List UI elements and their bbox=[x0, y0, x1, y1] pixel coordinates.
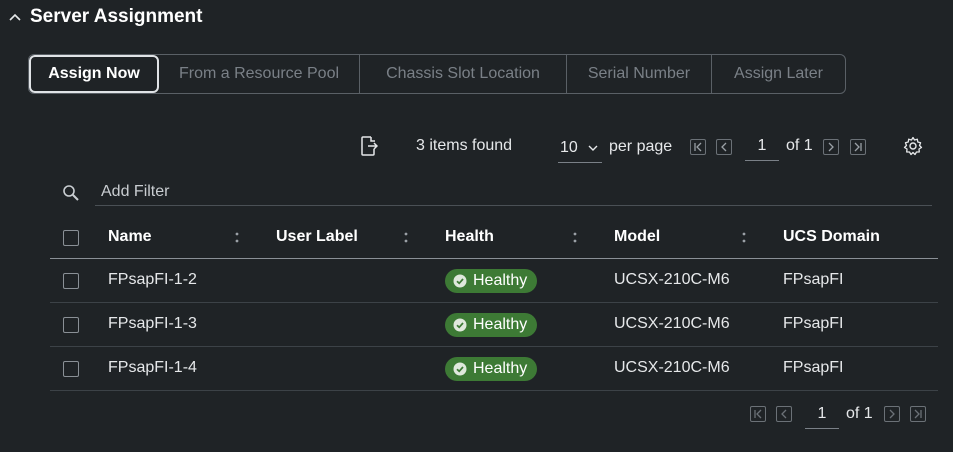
prev-page-icon bbox=[721, 142, 727, 152]
status-badge-label: Healthy bbox=[473, 360, 528, 377]
table-header: Name User Label Health Model UCS Domain bbox=[50, 216, 938, 259]
per-page-label: per page bbox=[609, 138, 673, 155]
table-row[interactable]: FPsapFI-1-2 Healthy UCSX-210C-M6 FPsapFI bbox=[50, 259, 938, 303]
row-checkbox[interactable] bbox=[63, 273, 79, 289]
status-badge: Healthy bbox=[445, 269, 538, 293]
first-page-button[interactable] bbox=[750, 406, 766, 422]
next-page-button[interactable] bbox=[823, 139, 839, 155]
cell-ucs-domain: FPsapFI bbox=[783, 315, 844, 332]
section-title: Server Assignment bbox=[30, 6, 203, 27]
next-page-button[interactable] bbox=[884, 406, 900, 422]
cell-ucs-domain: FPsapFI bbox=[783, 271, 844, 288]
filter-row: Add Filter bbox=[60, 178, 932, 208]
prev-page-button[interactable] bbox=[716, 139, 732, 155]
first-page-icon bbox=[694, 142, 702, 152]
tab-from-resource-pool[interactable]: From a Resource Pool bbox=[159, 55, 360, 93]
status-badge-label: Healthy bbox=[473, 272, 528, 289]
status-badge-label: Healthy bbox=[473, 316, 528, 333]
section-header[interactable]: Server Assignment bbox=[8, 6, 202, 28]
column-header-ucs-domain[interactable]: UCS Domain bbox=[783, 228, 880, 246]
last-page-icon bbox=[854, 142, 862, 152]
column-header-health[interactable]: Health bbox=[445, 228, 494, 246]
gear-icon[interactable] bbox=[903, 136, 923, 156]
cell-ucs-domain: FPsapFI bbox=[783, 359, 844, 376]
sort-icon[interactable] bbox=[233, 229, 241, 247]
last-page-icon bbox=[914, 409, 922, 419]
table-row[interactable]: FPsapFI-1-3 Healthy UCSX-210C-M6 FPsapFI bbox=[50, 303, 938, 347]
column-header-model[interactable]: Model bbox=[614, 228, 660, 246]
next-page-icon bbox=[828, 142, 834, 152]
chevron-up-icon[interactable] bbox=[8, 10, 22, 24]
column-header-user-label[interactable]: User Label bbox=[276, 228, 358, 246]
page-number-input[interactable]: 1 bbox=[745, 132, 779, 161]
per-page-value: 10 bbox=[560, 139, 578, 156]
page-number-input[interactable]: 1 bbox=[805, 400, 839, 429]
cell-model: UCSX-210C-M6 bbox=[614, 359, 730, 376]
sort-icon[interactable] bbox=[740, 229, 748, 247]
cell-model: UCSX-210C-M6 bbox=[614, 315, 730, 332]
prev-page-icon bbox=[781, 409, 787, 419]
servers-table: Name User Label Health Model UCS Domain … bbox=[50, 216, 938, 391]
tab-serial-number[interactable]: Serial Number bbox=[567, 55, 712, 93]
cell-name: FPsapFI-1-3 bbox=[108, 315, 197, 332]
check-circle-icon bbox=[453, 318, 467, 332]
cell-name: FPsapFI-1-4 bbox=[108, 359, 197, 376]
bottom-pagination: 1 of 1 bbox=[0, 398, 953, 432]
row-checkbox[interactable] bbox=[63, 361, 79, 377]
next-page-icon bbox=[889, 409, 895, 419]
last-page-button[interactable] bbox=[850, 139, 866, 155]
cell-name: FPsapFI-1-2 bbox=[108, 271, 197, 288]
per-page-select[interactable]: 10 bbox=[558, 134, 602, 163]
sort-icon[interactable] bbox=[571, 229, 579, 247]
page-of-label: of 1 bbox=[786, 137, 813, 154]
table-toolbar: 3 items found 10 per page 1 of 1 bbox=[0, 130, 953, 163]
check-circle-icon bbox=[453, 362, 467, 376]
cell-model: UCSX-210C-M6 bbox=[614, 271, 730, 288]
add-filter-input[interactable]: Add Filter bbox=[95, 178, 932, 206]
prev-page-button[interactable] bbox=[776, 406, 792, 422]
row-checkbox[interactable] bbox=[63, 317, 79, 333]
assignment-tabs: Assign Now From a Resource Pool Chassis … bbox=[28, 54, 846, 94]
chevron-down-icon bbox=[588, 145, 598, 151]
export-icon[interactable] bbox=[360, 136, 378, 156]
page-of-label: of 1 bbox=[846, 405, 873, 422]
status-badge: Healthy bbox=[445, 357, 538, 381]
search-icon bbox=[63, 185, 79, 201]
last-page-button[interactable] bbox=[910, 406, 926, 422]
table-row[interactable]: FPsapFI-1-4 Healthy UCSX-210C-M6 FPsapFI bbox=[50, 347, 938, 391]
column-header-name[interactable]: Name bbox=[108, 228, 152, 246]
status-badge: Healthy bbox=[445, 313, 538, 337]
select-all-checkbox[interactable] bbox=[63, 230, 79, 246]
tab-chassis-slot-location[interactable]: Chassis Slot Location bbox=[360, 55, 567, 93]
first-page-icon bbox=[754, 409, 762, 419]
tab-assign-now[interactable]: Assign Now bbox=[29, 55, 159, 93]
first-page-button[interactable] bbox=[690, 139, 706, 155]
items-found-count: 3 items found bbox=[416, 137, 513, 154]
sort-icon[interactable] bbox=[402, 229, 410, 247]
tab-assign-later[interactable]: Assign Later bbox=[712, 55, 845, 93]
check-circle-icon bbox=[453, 274, 467, 288]
